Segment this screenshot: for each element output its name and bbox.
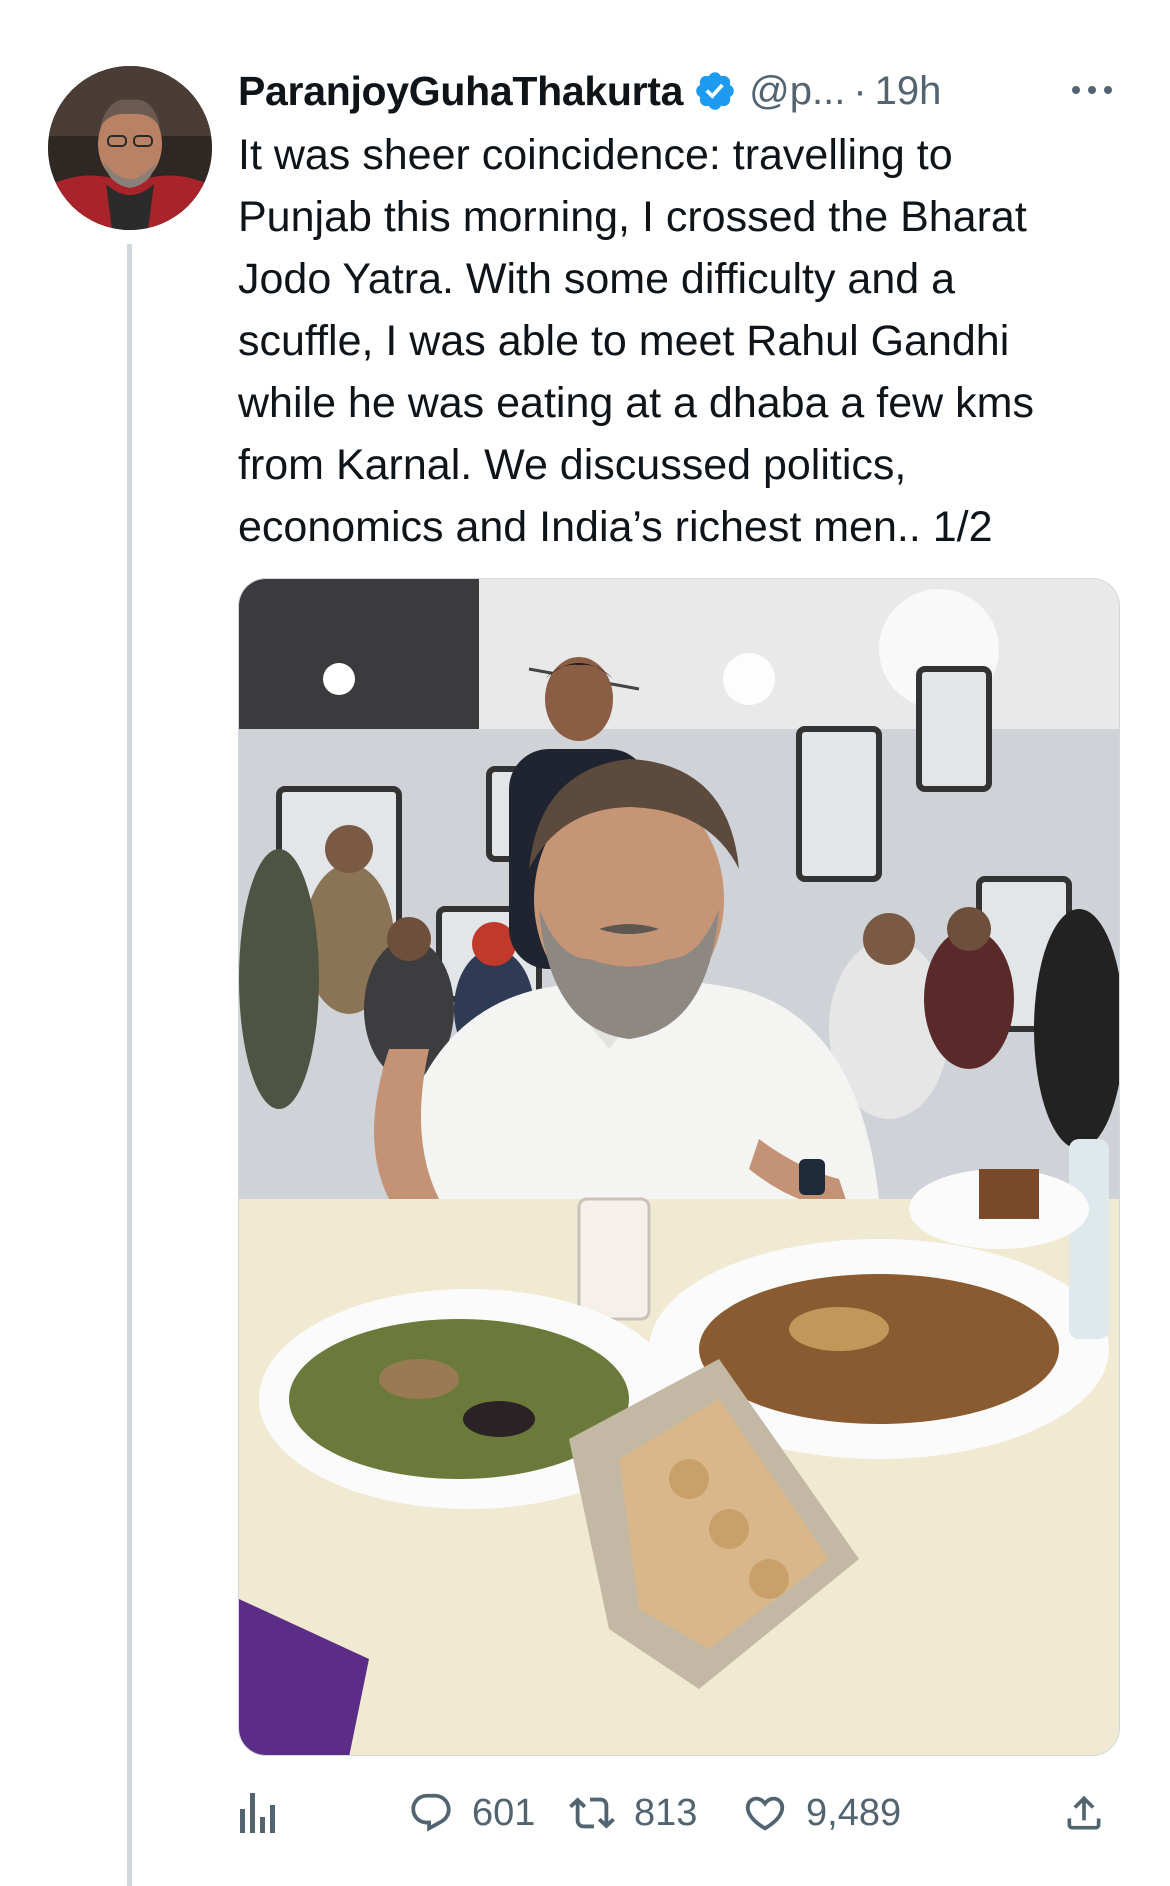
tweet-header: ParanjoyGuhaThakurta @p... · 19h <box>238 64 1118 118</box>
avatar-photo <box>48 66 212 230</box>
tweet-action-bar: 601 813 9,489 <box>238 1778 1128 1848</box>
tweet-text: It was sheer coincidence: travelling to … <box>238 131 1034 551</box>
share-button[interactable] <box>1062 1778 1106 1848</box>
photo-scene <box>239 579 1119 1755</box>
thread-connector-line <box>127 244 132 1886</box>
author-avatar[interactable] <box>48 66 212 230</box>
retweet-count: 813 <box>634 1791 698 1834</box>
share-upload-icon <box>1067 1795 1101 1830</box>
author-display-name[interactable]: ParanjoyGuhaThakurta <box>238 68 683 115</box>
header-separator: · <box>853 68 867 113</box>
retweet-button[interactable]: 813 <box>568 1778 697 1848</box>
tweet-timestamp[interactable]: 19h <box>875 69 942 114</box>
retweet-arrows-icon <box>569 1797 615 1829</box>
speech-bubble-icon <box>411 1793 451 1832</box>
analytics-button[interactable] <box>238 1778 278 1848</box>
author-handle[interactable]: @p... <box>749 69 845 114</box>
analytics-bar-icon <box>240 1793 275 1833</box>
more-options-icon[interactable] <box>1066 70 1118 110</box>
reply-button[interactable]: 601 <box>408 1778 535 1848</box>
like-count: 9,489 <box>806 1791 902 1834</box>
reply-count: 601 <box>472 1791 536 1834</box>
heart-icon <box>745 1796 785 1831</box>
verified-badge-icon <box>693 69 737 113</box>
like-button[interactable]: 9,489 <box>742 1778 901 1848</box>
tweet-photo[interactable] <box>238 578 1120 1756</box>
